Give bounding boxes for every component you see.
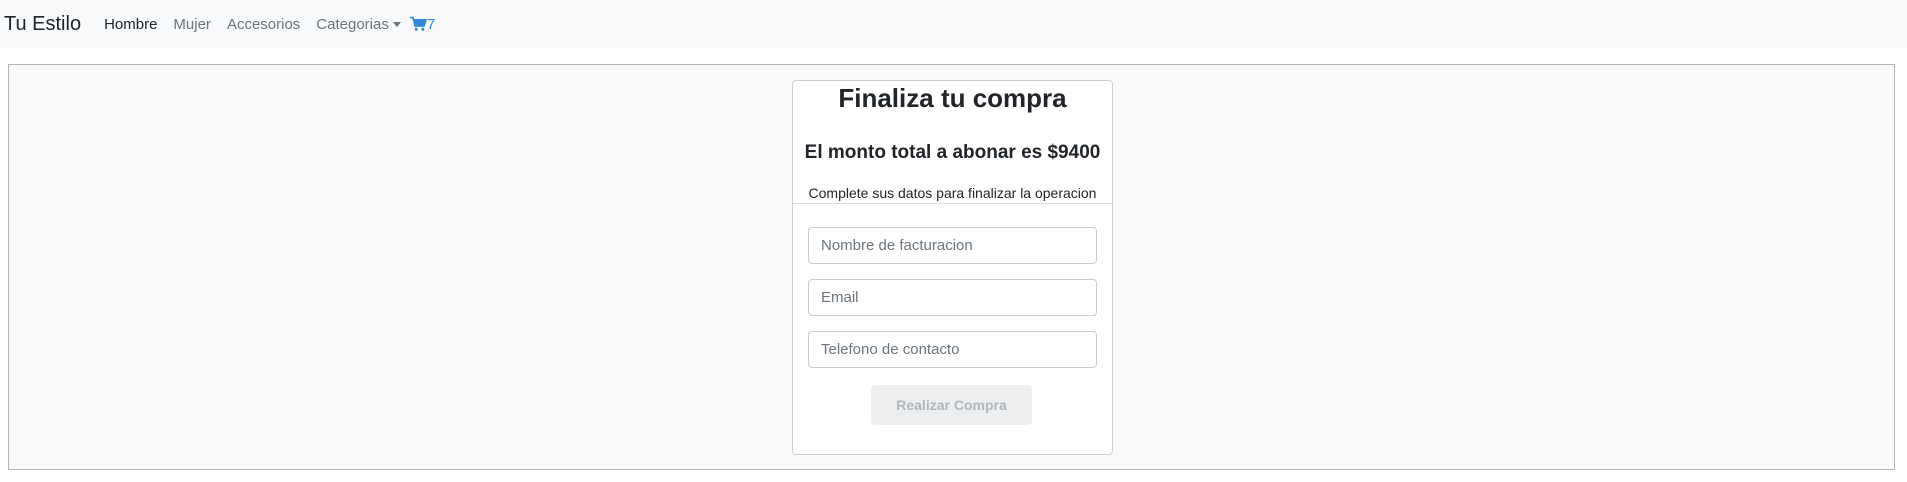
shopping-cart-icon (409, 16, 427, 31)
cart-button[interactable]: 7 (409, 15, 436, 33)
caret-down-icon (392, 22, 401, 27)
brand-logo[interactable]: Tu Estilo (4, 13, 81, 36)
instructions-text: Complete sus datos para finalizar la ope… (808, 185, 1097, 201)
checkout-card: Finaliza tu compra El monto total a abon… (792, 80, 1113, 455)
categorias-dropdown[interactable]: Categorias (316, 16, 401, 33)
card-divider (793, 203, 1112, 204)
categorias-dropdown-label: Categorias (316, 15, 389, 33)
email-input[interactable] (808, 279, 1097, 316)
billing-name-input[interactable] (808, 227, 1097, 264)
page-title: Finaliza tu compra (838, 83, 1067, 113)
nav-link-hombre[interactable]: Hombre (104, 16, 157, 33)
total-amount-text: El monto total a abonar es $9400 (804, 142, 1101, 163)
nav-link-mujer[interactable]: Mujer (173, 16, 211, 33)
nav-link-accesorios[interactable]: Accesorios (227, 16, 300, 33)
submit-purchase-button[interactable]: Realizar Compra (871, 385, 1032, 425)
phone-input[interactable] (808, 331, 1097, 368)
cart-count: 7 (426, 15, 436, 33)
top-navbar: Tu Estilo Hombre Mujer Accesorios Catego… (0, 0, 1907, 48)
